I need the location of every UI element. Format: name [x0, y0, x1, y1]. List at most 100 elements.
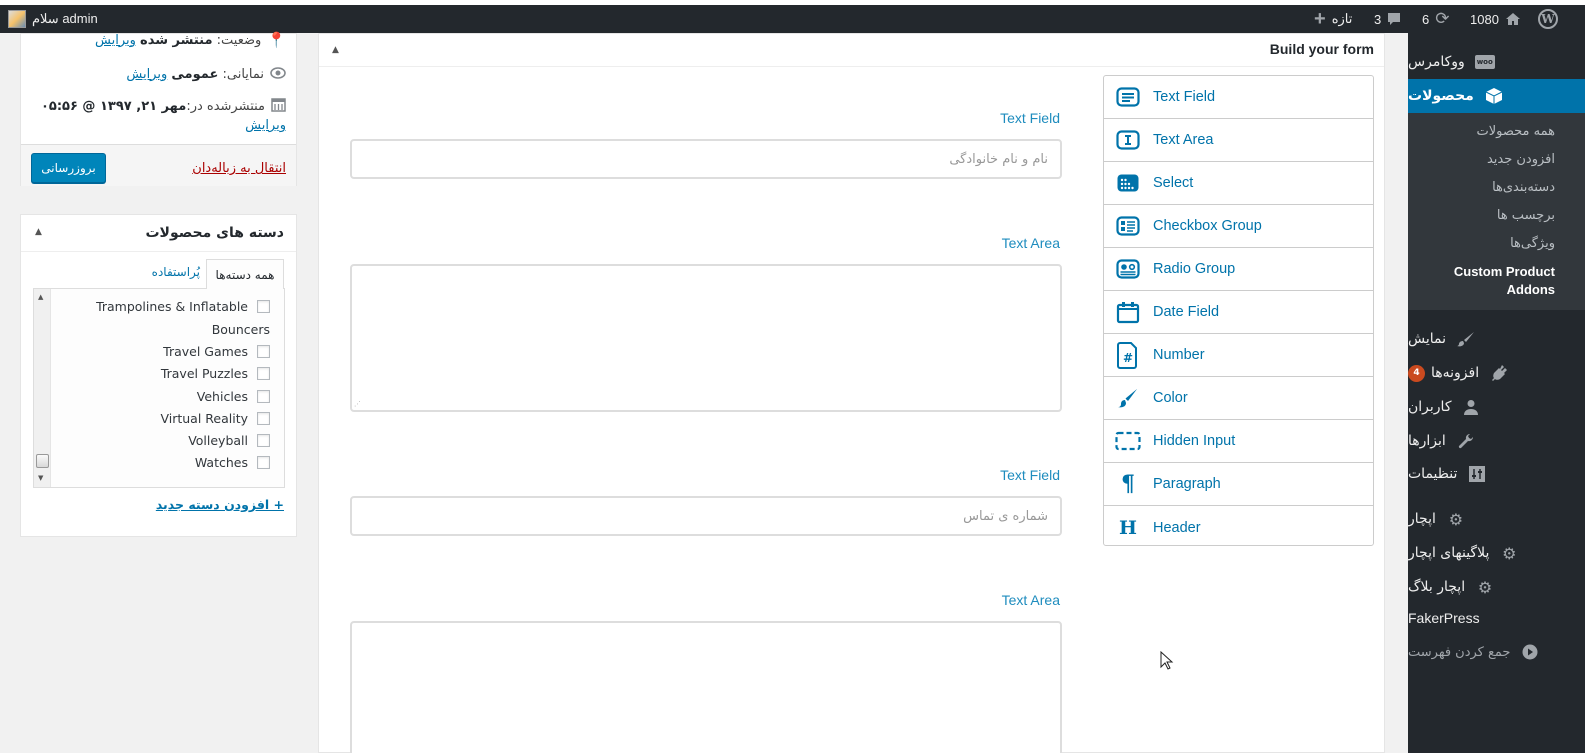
comments-count: 3 [1374, 11, 1382, 27]
palette-item-number[interactable]: # Number [1104, 334, 1373, 377]
edit-date-row: ویرایش [245, 118, 286, 133]
comments-button[interactable]: 3 [1374, 5, 1401, 33]
palette-item-text-area[interactable]: Text Area [1104, 119, 1373, 162]
category-item[interactable]: Virtual Reality [160, 411, 270, 426]
categories-checklist: ▲ ▼ Trampolines & Inflatable Bouncers Tr… [33, 288, 285, 488]
text-field-icon [1115, 84, 1141, 110]
collapse-toggle-icon[interactable]: ▲ [332, 45, 339, 55]
my-account[interactable]: سلام admin [8, 5, 98, 33]
tab-most-used[interactable]: پُراستفاده [152, 265, 200, 279]
hidden-input-icon [1115, 428, 1141, 454]
menu-item-tools[interactable]: ابزارها [1408, 424, 1585, 458]
plugins-update-badge: 4 [1408, 364, 1425, 382]
category-item[interactable]: Trampolines & Inflatable [96, 299, 270, 314]
menu-item-appearance[interactable]: نمایش [1408, 322, 1585, 356]
menu-item-products[interactable]: محصولات [1400, 79, 1585, 113]
scroll-down-icon[interactable]: ▼ [38, 474, 43, 482]
category-checkbox[interactable] [257, 412, 270, 425]
palette-item-paragraph[interactable]: ¶ Paragraph [1104, 463, 1373, 506]
add-new-category-link[interactable]: + افزودن دسته جدید [156, 497, 284, 512]
menu-item-ichaar-blog[interactable]: ⚙ اپچار بلاگ [1408, 570, 1585, 604]
palette-item-text-field[interactable]: Text Field [1104, 76, 1373, 119]
svg-text:#: # [1123, 351, 1133, 365]
menu-item-woocommerce[interactable]: woo ووکامرس [1408, 45, 1585, 79]
submenu-tags[interactable]: برچسب ها [1408, 208, 1585, 223]
edit-status-link[interactable]: ویرایش [95, 33, 136, 48]
field-label: Text Area [1001, 592, 1060, 608]
palette-item-header[interactable]: H Header [1104, 506, 1373, 549]
palette-item-checkbox-group[interactable]: Checkbox Group [1104, 205, 1373, 248]
wordpress-logo-button[interactable]: W [1538, 5, 1558, 33]
scroll-thumb[interactable] [36, 454, 49, 468]
category-checkbox[interactable] [257, 300, 270, 313]
mouse-cursor-icon [1160, 651, 1174, 670]
submenu-categories[interactable]: دسته‌بندی‌ها [1408, 180, 1585, 195]
form-builder-box: ▲ Build your form Text Field نام و نام خ… [318, 33, 1385, 753]
palette-item-color[interactable]: Color [1104, 377, 1373, 420]
category-item[interactable]: Travel Games [163, 344, 270, 359]
site-home-button[interactable]: 1080 [1470, 5, 1521, 33]
menu-item-users[interactable]: کاربران [1408, 390, 1585, 424]
submenu-attributes[interactable]: ویژگی‌ها [1408, 236, 1585, 251]
updates-button[interactable]: 6 ⟳ [1422, 5, 1449, 33]
menu-item-ichaar-plugins[interactable]: ⚙ پلاگینهای اپچار [1408, 536, 1585, 570]
tab-all-categories[interactable]: همه دسته‌ها [206, 259, 284, 289]
category-checkbox[interactable] [257, 434, 270, 447]
resize-handle-icon[interactable]: ⋰ [354, 400, 361, 408]
radio-group-icon [1115, 256, 1141, 282]
avatar [8, 10, 26, 28]
category-checkbox[interactable] [257, 456, 270, 469]
category-checkbox[interactable] [257, 390, 270, 403]
published-row: منتشرشده در: مهر ۲۱, ۱۳۹۷ @ ۰۵:۵۶ [41, 97, 286, 116]
scroll-up-icon[interactable]: ▲ [38, 293, 43, 301]
calendar-icon [271, 97, 286, 116]
category-item[interactable]: Watches [195, 455, 270, 470]
edit-date-link[interactable]: ویرایش [245, 118, 286, 133]
user-icon [1461, 397, 1481, 417]
gear-icon: ⚙ [1448, 509, 1464, 529]
collapse-toggle-icon[interactable]: ▲ [35, 227, 42, 237]
category-checkbox[interactable] [257, 367, 270, 380]
categories-scrollbar[interactable]: ▲ ▼ [34, 289, 51, 487]
menu-item-ichaar[interactable]: ⚙ اپچار [1408, 502, 1585, 536]
collapse-menu-button[interactable]: جمع کردن فهرست [1408, 635, 1585, 669]
brush-icon [1115, 385, 1141, 411]
greeting: سلام admin [32, 11, 98, 26]
palette-item-radio-group[interactable]: Radio Group [1104, 248, 1373, 291]
edit-visibility-link[interactable]: ویرایش [126, 67, 167, 82]
divider [319, 66, 1384, 67]
plugin-icon [1489, 363, 1509, 383]
menu-item-plugins[interactable]: افزونه‌ها 4 [1408, 356, 1585, 390]
category-item[interactable]: Travel Puzzles [161, 366, 270, 381]
text-field-input[interactable]: شماره ی تماس [350, 496, 1062, 536]
palette-item-date-field[interactable]: Date Field [1104, 291, 1373, 334]
category-item[interactable]: Volleyball [188, 433, 270, 448]
gear-icon: ⚙ [1477, 577, 1493, 597]
submenu-custom-product-addons[interactable]: Custom Product Addons [1408, 263, 1585, 299]
updates-count: 6 [1422, 11, 1430, 27]
category-item[interactable]: Vehicles [197, 389, 270, 404]
text-area-input[interactable] [350, 621, 1062, 753]
home-count: 1080 [1470, 11, 1499, 27]
palette-item-select[interactable]: Select [1104, 162, 1373, 205]
menu-item-fakerpress[interactable]: FakerPress [1408, 601, 1585, 635]
update-button[interactable]: بروزرسانی [31, 153, 106, 183]
text-field-input[interactable]: نام و نام خانوادگی [350, 139, 1062, 179]
submenu-all-products[interactable]: همه محصولات [1408, 124, 1585, 139]
calendar-icon [1115, 299, 1141, 325]
field-label: Text Area [1001, 235, 1060, 251]
text-area-icon [1115, 127, 1141, 153]
category-checkbox[interactable] [257, 345, 270, 358]
admin-bar: سلام admin + تازه 3 6 ⟳ 1080 W [0, 5, 1585, 33]
menu-item-settings[interactable]: تنظیمات [1408, 457, 1585, 491]
text-area-input[interactable]: ⋰ [350, 264, 1062, 412]
move-to-trash-link[interactable]: انتقال به زباله‌دان [192, 161, 286, 176]
field-label: Text Field [1000, 467, 1060, 483]
eye-icon [270, 65, 286, 83]
submenu-add-new[interactable]: افزودن جدید [1408, 152, 1585, 167]
settings-icon [1467, 464, 1487, 484]
header-icon: H [1119, 516, 1137, 539]
new-content-button[interactable]: + تازه [1314, 5, 1352, 33]
palette-item-hidden-input[interactable]: Hidden Input [1104, 420, 1373, 463]
admin-menu: woo ووکامرس محصولات همه محصولات افزودن ج… [1400, 33, 1585, 753]
